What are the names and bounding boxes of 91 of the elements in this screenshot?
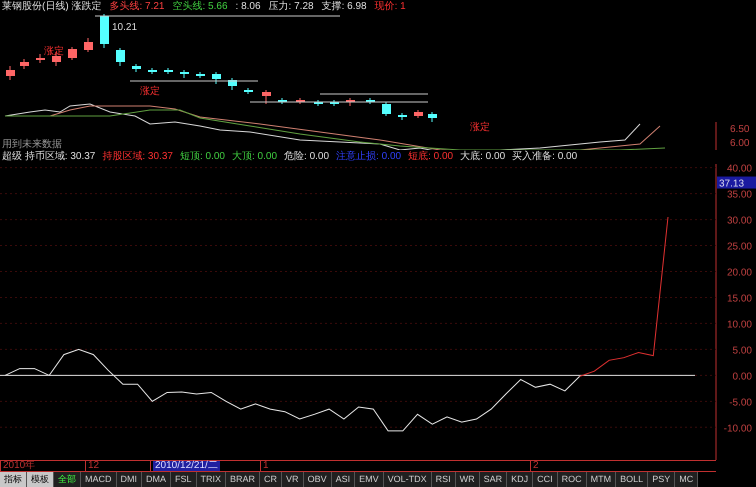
current-value-badge: 37.13 bbox=[717, 176, 756, 190]
candlestick bbox=[68, 46, 77, 60]
indicator-tab[interactable]: WR bbox=[456, 472, 480, 487]
indicator-tab[interactable]: DMA bbox=[142, 472, 171, 487]
indicator-tab[interactable]: EMV bbox=[355, 472, 384, 487]
indicator-tab[interactable]: 模板 bbox=[27, 472, 54, 487]
candlestick bbox=[6, 66, 15, 80]
indicator-tab[interactable]: RSI bbox=[432, 472, 456, 487]
indicator-tab[interactable]: FSL bbox=[171, 472, 197, 487]
indicator-value-text: 持股区域: 30.37 bbox=[102, 152, 173, 162]
axis-tick-label: 30.00 bbox=[726, 216, 752, 227]
candlestick bbox=[314, 100, 323, 106]
candlestick bbox=[382, 102, 391, 116]
candlestick bbox=[262, 90, 271, 104]
candlestick bbox=[132, 64, 141, 72]
indicator-tab[interactable]: VOL-TDX bbox=[384, 472, 432, 487]
candlestick bbox=[148, 68, 157, 74]
axis-tick-label: -10.00 bbox=[724, 423, 752, 434]
candlestick bbox=[212, 72, 221, 84]
indicator-value-text: 大底: 0.00 bbox=[460, 152, 506, 162]
candlestick bbox=[296, 98, 305, 104]
candlestick bbox=[278, 98, 287, 104]
indicator-tab[interactable]: BRAR bbox=[226, 472, 260, 487]
candlestick bbox=[100, 14, 109, 48]
indicator-tab[interactable]: CR bbox=[260, 472, 282, 487]
axis-tick-label: 15.00 bbox=[726, 293, 752, 304]
header-text: 支撑: 6.98 bbox=[322, 2, 367, 12]
header-text: 多头线: 7.21 bbox=[109, 2, 164, 12]
indicator-tab[interactable]: OBV bbox=[304, 472, 332, 487]
candlestick bbox=[330, 100, 339, 106]
indicator-value-text: 买入准备: 0.00 bbox=[512, 152, 578, 162]
indicator-tab[interactable]: CCI bbox=[533, 472, 558, 487]
candlestick bbox=[228, 78, 237, 90]
candlestick bbox=[346, 98, 355, 106]
candlestick bbox=[398, 112, 407, 120]
signal-label: 涨定 bbox=[140, 86, 160, 97]
indicator-tab[interactable]: ROC bbox=[558, 472, 587, 487]
indicator-tab[interactable]: MTM bbox=[586, 472, 616, 487]
time-axis-label: 1 bbox=[263, 461, 269, 471]
header-text: 空头线: 5.66 bbox=[172, 2, 228, 12]
indicator-tab[interactable]: KDJ bbox=[507, 472, 534, 487]
indicator-tab[interactable]: 指标 bbox=[0, 472, 27, 487]
future-data-note: 用到未来数据 bbox=[2, 139, 62, 150]
high-price-label: 10.21 bbox=[112, 22, 138, 33]
candlestick bbox=[180, 70, 189, 78]
indicator-tab[interactable]: ASI bbox=[332, 472, 356, 487]
indicator-value-text: 短顶: 0.00 bbox=[180, 152, 225, 162]
candlestick bbox=[366, 98, 375, 104]
header-text: : 8.06 bbox=[236, 2, 261, 12]
indicator-tab[interactable]: PSY bbox=[648, 472, 676, 487]
signal-label: 涨定 bbox=[44, 46, 64, 57]
indicator-value-text: 注意止损: 0.00 bbox=[336, 152, 402, 162]
indicator-tab[interactable]: MC bbox=[675, 472, 698, 487]
indicator-tab[interactable]: SAR bbox=[480, 472, 508, 487]
axis-label: 6.50 bbox=[730, 124, 750, 135]
header-text: 压力: 7.28 bbox=[268, 2, 314, 12]
time-axis-label: 2 bbox=[533, 461, 539, 471]
axis-tick-label: 0.00 bbox=[732, 371, 752, 382]
candlestick bbox=[36, 54, 45, 64]
candlestick bbox=[116, 48, 125, 66]
candlestick bbox=[414, 110, 423, 118]
indicator-tab[interactable]: VR bbox=[282, 472, 304, 487]
indicator-tab[interactable]: MACD bbox=[81, 472, 116, 487]
indicator-tab[interactable]: TRIX bbox=[196, 472, 226, 487]
candlestick bbox=[196, 72, 205, 78]
header-text: 莱钢股份(日线) 涨跌定 bbox=[2, 2, 102, 12]
axis-tick-label: 25.00 bbox=[726, 242, 752, 253]
candlestick bbox=[84, 38, 93, 52]
indicator-value-text: 危险: 0.00 bbox=[284, 152, 330, 162]
time-axis-label: 12 bbox=[88, 461, 100, 471]
signal-label: 涨定 bbox=[470, 122, 490, 133]
axis-tick-label: 40.00 bbox=[726, 164, 752, 175]
axis-tick-label: 10.00 bbox=[726, 319, 752, 330]
header-text: 现价: 1 bbox=[374, 2, 406, 12]
axis-label: 6.00 bbox=[730, 138, 750, 149]
axis-tick-label: -5.00 bbox=[729, 397, 752, 408]
candlestick bbox=[20, 58, 29, 70]
axis-tick-label: 35.00 bbox=[726, 190, 752, 201]
indicator-tab[interactable]: DMI bbox=[116, 472, 142, 487]
time-axis-label: 2010/12/21/二 bbox=[153, 461, 220, 471]
indicator-value-text: 大顶: 0.00 bbox=[232, 152, 278, 162]
axis-tick-label: 20.00 bbox=[726, 268, 752, 278]
candlestick bbox=[244, 88, 253, 94]
candlestick bbox=[428, 112, 437, 122]
indicator-value-text: 超级 持币区域: 30.37 bbox=[2, 152, 96, 162]
axis-tick-label: 5.00 bbox=[732, 345, 752, 356]
candlestick bbox=[164, 68, 173, 74]
indicator-tab[interactable]: 全部 bbox=[54, 472, 81, 487]
indicator-value-text: 短底: 0.00 bbox=[408, 152, 454, 162]
time-axis-label: 2010年 bbox=[3, 461, 36, 471]
indicator-tab[interactable]: BOLL bbox=[616, 472, 648, 487]
